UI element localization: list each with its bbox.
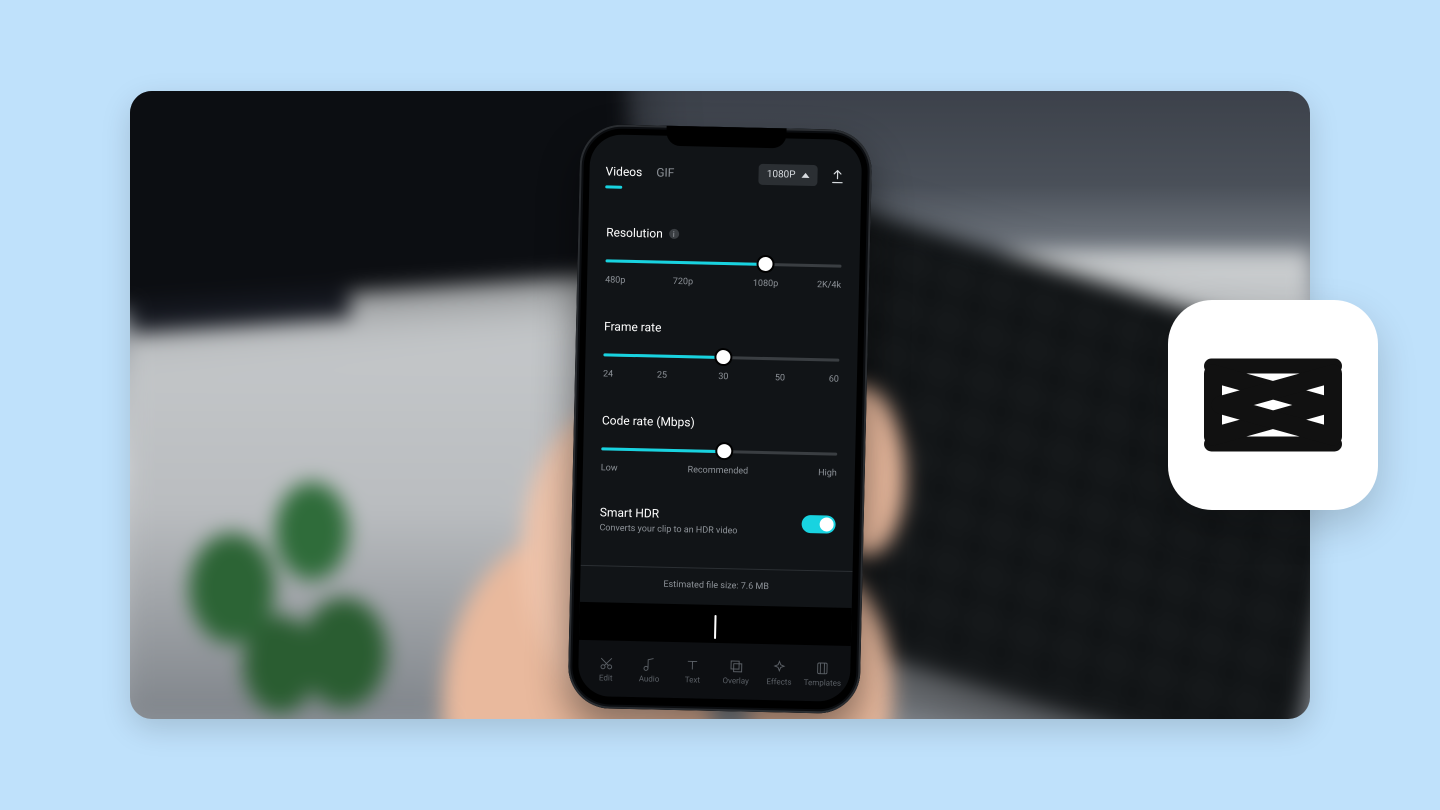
framerate-slider-thumb (717, 350, 731, 364)
smart-hdr-title: Smart HDR (600, 505, 738, 522)
tabs: Videos GIF (605, 164, 674, 180)
app-screen: Videos GIF 1080P Resolution i (578, 134, 863, 702)
nav-effects[interactable]: Effects (759, 658, 800, 686)
nav-edit[interactable]: Edit (586, 655, 627, 683)
nav-audio[interactable]: Audio (629, 656, 670, 684)
smart-hdr-sub: Converts your clip to an HDR video (599, 523, 737, 536)
framerate-label: Frame rate (604, 319, 840, 338)
nav-templates[interactable]: Templates (802, 659, 843, 687)
resolution-pill-label: 1080P (767, 169, 796, 181)
framerate-slider[interactable] (603, 351, 839, 364)
divider (581, 565, 853, 572)
resolution-ticks: 480p 720p 1080p 2K/4k (605, 275, 841, 292)
framerate-ticks: 24 25 30 50 60 (603, 369, 839, 386)
resolution-row: Resolution i 480p 720p 1080p 2K/4k (605, 225, 842, 292)
text-icon (685, 657, 701, 673)
scissors-icon (598, 655, 614, 671)
tab-videos[interactable]: Videos (605, 164, 642, 179)
nav-text[interactable]: Text (672, 656, 713, 684)
overlay-icon (728, 658, 744, 674)
capcut-logo-icon (1198, 350, 1348, 460)
coderate-label: Code rate (Mbps) (602, 413, 838, 432)
resolution-slider-thumb (759, 257, 773, 271)
music-note-icon (641, 656, 657, 672)
capcut-app-badge (1168, 300, 1378, 510)
scene-card: Videos GIF 1080P Resolution i (130, 91, 1310, 719)
smart-hdr-row: Smart HDR Converts your clip to an HDR v… (599, 505, 836, 538)
playhead-icon (714, 615, 717, 639)
export-icon[interactable] (829, 168, 845, 184)
estimate-text: Estimated file size: 7.6 MB (598, 578, 834, 593)
toggle-knob (819, 517, 833, 531)
phone-frame: Videos GIF 1080P Resolution i (567, 124, 872, 714)
info-icon[interactable]: i (669, 229, 679, 239)
resolution-slider[interactable] (605, 257, 841, 270)
coderate-ticks: Low Recommended High (601, 463, 837, 478)
tab-gif[interactable]: GIF (656, 165, 674, 179)
phone-notch (666, 126, 786, 149)
coderate-slider-thumb (717, 444, 731, 458)
framerate-row: Frame rate 24 25 30 50 60 (603, 319, 840, 386)
smart-hdr-toggle[interactable] (801, 515, 835, 534)
resolution-label: Resolution i (606, 225, 842, 244)
sparkle-icon (771, 659, 787, 675)
nav-overlay[interactable]: Overlay (716, 657, 757, 685)
coderate-slider[interactable] (601, 445, 837, 458)
bottom-nav: Edit Audio Text Overlay Effects (578, 640, 851, 702)
settings-panel: Resolution i 480p 720p 1080p 2K/4k (578, 189, 861, 702)
smart-hdr-text: Smart HDR Converts your clip to an HDR v… (599, 505, 738, 536)
templates-icon (814, 660, 830, 676)
coderate-row: Code rate (Mbps) Low Recommended High (601, 413, 838, 478)
chevron-up-icon (801, 173, 809, 178)
resolution-pill[interactable]: 1080P (759, 164, 818, 186)
